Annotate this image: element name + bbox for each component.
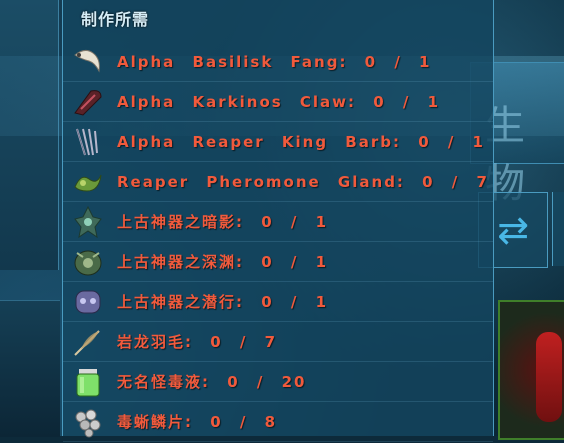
barb-icon <box>71 125 105 159</box>
requirement-row: Alpha Reaper King Barb: 0 / 1 <box>63 122 493 162</box>
requirement-label: 毒蜥鳞片: 0 / 8 <box>117 413 278 431</box>
requirement-label: Alpha Reaper King Barb: 0 / 1 <box>117 132 485 151</box>
requirements-list: Alpha Basilisk Fang: 0 / 1 Alpha Karkino… <box>63 42 493 442</box>
requirement-label: Alpha Karkinos Claw: 0 / 1 <box>117 92 441 111</box>
requirement-label: Reaper Pheromone Gland: 0 / 7 <box>117 172 489 191</box>
gland-icon <box>71 165 105 199</box>
venom-jar-icon <box>71 365 105 399</box>
requirement-label: 无名怪毒液: 0 / 20 <box>117 373 307 391</box>
requirement-row: Alpha Karkinos Claw: 0 / 1 <box>63 82 493 122</box>
artifact-shadow-icon <box>71 205 105 239</box>
requirement-row: 上古神器之暗影: 0 / 1 <box>63 202 493 242</box>
requirement-label: 上古神器之暗影: 0 / 1 <box>117 213 329 231</box>
artifact-depths-icon <box>71 245 105 279</box>
feather-icon <box>71 325 105 359</box>
requirement-row: 无名怪毒液: 0 / 20 <box>63 362 493 402</box>
item-thumbnail <box>536 332 562 422</box>
requirement-row: 毒蜥鳞片: 0 / 8 <box>63 402 493 442</box>
requirement-row: 岩龙羽毛: 0 / 7 <box>63 322 493 362</box>
requirement-label: Alpha Basilisk Fang: 0 / 1 <box>117 52 432 71</box>
crafting-requirements-panel: 制作所需 Alpha Basilisk Fang: 0 / 1 Alpha Ka… <box>62 0 494 442</box>
scales-icon <box>71 405 105 439</box>
fang-icon <box>71 45 105 79</box>
swap-arrows-icon: ⇄ <box>497 208 529 252</box>
requirement-row: 上古神器之深渊: 0 / 1 <box>63 242 493 282</box>
claw-icon <box>71 85 105 119</box>
item-slot[interactable] <box>498 300 564 440</box>
requirement-row: Alpha Basilisk Fang: 0 / 1 <box>63 42 493 82</box>
requirement-label: 上古神器之深渊: 0 / 1 <box>117 253 329 271</box>
requirement-row: 上古神器之潜行: 0 / 1 <box>63 282 493 322</box>
side-tile <box>552 192 564 266</box>
requirement-label: 上古神器之潜行: 0 / 1 <box>117 293 329 311</box>
bottom-left-panel <box>0 300 60 437</box>
panel-title: 制作所需 <box>81 10 150 29</box>
requirement-label: 岩龙羽毛: 0 / 7 <box>117 333 278 351</box>
artifact-stalker-icon <box>71 285 105 319</box>
requirement-row: Reaper Pheromone Gland: 0 / 7 <box>63 162 493 202</box>
